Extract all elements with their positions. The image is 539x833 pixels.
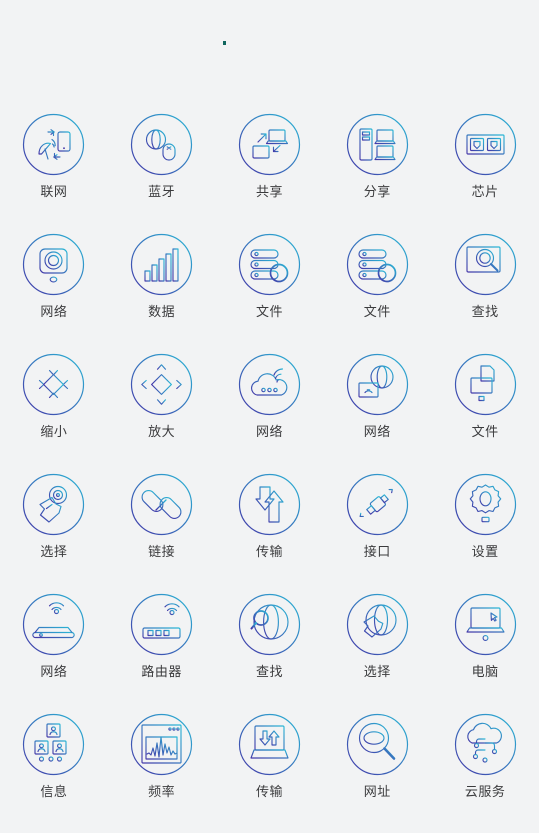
icon-label: 传输 (255, 785, 283, 800)
globe-hand-select-icon[interactable] (346, 593, 409, 656)
icon-label: 网络 (363, 425, 391, 440)
icon-label: 频率 (148, 785, 176, 800)
cloud-circuit-service-icon[interactable] (454, 713, 517, 776)
icon-cell-server-laptops-share[interactable]: 分享 (332, 113, 422, 233)
icon-label: 选择 (363, 665, 391, 680)
icon-label: 芯片 (471, 185, 499, 200)
hand-click-select-icon[interactable] (22, 473, 85, 536)
document-folder-file-icon[interactable] (454, 353, 517, 416)
network-camera-icon[interactable] (22, 233, 85, 296)
icon-cell-laptop-updown-transfer[interactable]: 传输 (224, 713, 314, 833)
icon-label: 路由器 (141, 665, 182, 680)
org-chart-contacts-info-icon[interactable] (22, 713, 85, 776)
icon-label: 缩小 (40, 425, 68, 440)
marker-dot (223, 41, 226, 45)
icon-cell-globe-magnifier-search[interactable]: 查找 (224, 593, 314, 713)
plug-connector-interface-icon[interactable] (346, 473, 409, 536)
server-laptops-share-icon[interactable] (346, 113, 409, 176)
icon-label: 选择 (40, 545, 68, 560)
globe-monitor-network-icon[interactable] (346, 353, 409, 416)
icon-cell-waveform-frequency[interactable]: 频率 (117, 713, 207, 833)
satellite-phone-network-icon[interactable] (22, 113, 85, 176)
icon-label: 网络 (255, 425, 283, 440)
icon-cell-plug-connector-interface[interactable]: 接口 (332, 473, 422, 593)
icon-cell-document-folder-file[interactable]: 文件 (440, 353, 530, 473)
icon-label: 文件 (363, 305, 391, 320)
icon-cell-monitor-magnifier-search[interactable]: 查找 (440, 233, 530, 353)
icon-label: 文件 (255, 305, 283, 320)
icon-cell-globe-hand-select[interactable]: 选择 (332, 593, 422, 713)
gear-settings-icon[interactable] (454, 473, 517, 536)
icon-set-page: 联网 蓝牙 共享 分享 芯片 网络 数据 文件 文件 查找 缩小 放大 网络 网… (0, 0, 539, 812)
icon-label: 接口 (363, 545, 391, 560)
cloud-wifi-network-icon[interactable] (238, 353, 301, 416)
icon-cell-arrows-expand-enlarge[interactable]: 放大 (117, 353, 207, 473)
icon-label: 联网 (40, 185, 68, 200)
monitor-magnifier-search-icon[interactable] (454, 233, 517, 296)
icon-cell-cloud-wifi-network[interactable]: 网络 (224, 353, 314, 473)
icon-cell-network-camera[interactable]: 网络 (9, 233, 99, 353)
icon-label: 电脑 (471, 665, 499, 680)
laptop-updown-transfer-icon[interactable] (238, 713, 301, 776)
arrows-collapse-shrink-icon[interactable] (22, 353, 85, 416)
wifi-router-network-icon[interactable] (22, 593, 85, 656)
arrows-expand-enlarge-icon[interactable] (130, 353, 193, 416)
icon-label: 链接 (148, 545, 176, 560)
icon-cell-org-chart-contacts-info[interactable]: 信息 (9, 713, 99, 833)
icon-cell-router-device[interactable]: 路由器 (117, 593, 207, 713)
icon-cell-bar-chart-data[interactable]: 数据 (117, 233, 207, 353)
laptop-monitor-share-icon[interactable] (238, 113, 301, 176)
bar-chart-data-icon[interactable] (130, 233, 193, 296)
icon-grid: 联网 蓝牙 共享 分享 芯片 网络 数据 文件 文件 查找 缩小 放大 网络 网… (0, 113, 539, 833)
icon-cell-satellite-phone-network[interactable]: 联网 (9, 113, 99, 233)
database-remove-file-icon[interactable] (346, 233, 409, 296)
icon-label: 查找 (255, 665, 283, 680)
icon-label: 信息 (40, 785, 68, 800)
magnifier-url-address-icon[interactable] (346, 713, 409, 776)
globe-mouse-bluetooth-icon[interactable] (130, 113, 193, 176)
icon-label: 数据 (148, 305, 176, 320)
up-down-arrows-transfer-icon[interactable] (238, 473, 301, 536)
icon-label: 文件 (471, 425, 499, 440)
icon-label: 云服务 (464, 785, 506, 800)
icon-cell-chain-link[interactable]: 链接 (117, 473, 207, 593)
globe-magnifier-search-icon[interactable] (238, 593, 301, 656)
icon-label: 网络 (40, 305, 68, 320)
icon-cell-laptop-cursor-computer[interactable]: 电脑 (440, 593, 530, 713)
icon-cell-globe-mouse-bluetooth[interactable]: 蓝牙 (117, 113, 207, 233)
waveform-frequency-icon[interactable] (130, 713, 193, 776)
chain-link-icon[interactable] (130, 473, 193, 536)
icon-label: 蓝牙 (148, 185, 176, 200)
icon-label: 网址 (363, 785, 391, 800)
icon-label: 共享 (255, 185, 283, 200)
icon-label: 网络 (40, 665, 68, 680)
laptop-cursor-computer-icon[interactable] (454, 593, 517, 656)
icon-cell-database-add-file[interactable]: 文件 (224, 233, 314, 353)
icon-cell-wifi-router-network[interactable]: 网络 (9, 593, 99, 713)
icon-label: 设置 (471, 545, 499, 560)
router-device-icon[interactable] (130, 593, 193, 656)
icon-cell-globe-monitor-network[interactable]: 网络 (332, 353, 422, 473)
database-add-file-icon[interactable] (238, 233, 301, 296)
icon-cell-dual-chip-module[interactable]: 芯片 (440, 113, 530, 233)
icon-label: 分享 (363, 185, 391, 200)
icon-label: 查找 (471, 305, 499, 320)
icon-cell-laptop-monitor-share[interactable]: 共享 (224, 113, 314, 233)
icon-label: 传输 (255, 545, 283, 560)
icon-cell-arrows-collapse-shrink[interactable]: 缩小 (9, 353, 99, 473)
icon-cell-magnifier-url-address[interactable]: 网址 (332, 713, 422, 833)
dual-chip-module-icon[interactable] (454, 113, 517, 176)
icon-cell-gear-settings[interactable]: 设置 (440, 473, 530, 593)
icon-cell-hand-click-select[interactable]: 选择 (9, 473, 99, 593)
icon-cell-cloud-circuit-service[interactable]: 云服务 (440, 713, 530, 833)
icon-cell-up-down-arrows-transfer[interactable]: 传输 (224, 473, 314, 593)
icon-label: 放大 (148, 425, 176, 440)
icon-cell-database-remove-file[interactable]: 文件 (332, 233, 422, 353)
